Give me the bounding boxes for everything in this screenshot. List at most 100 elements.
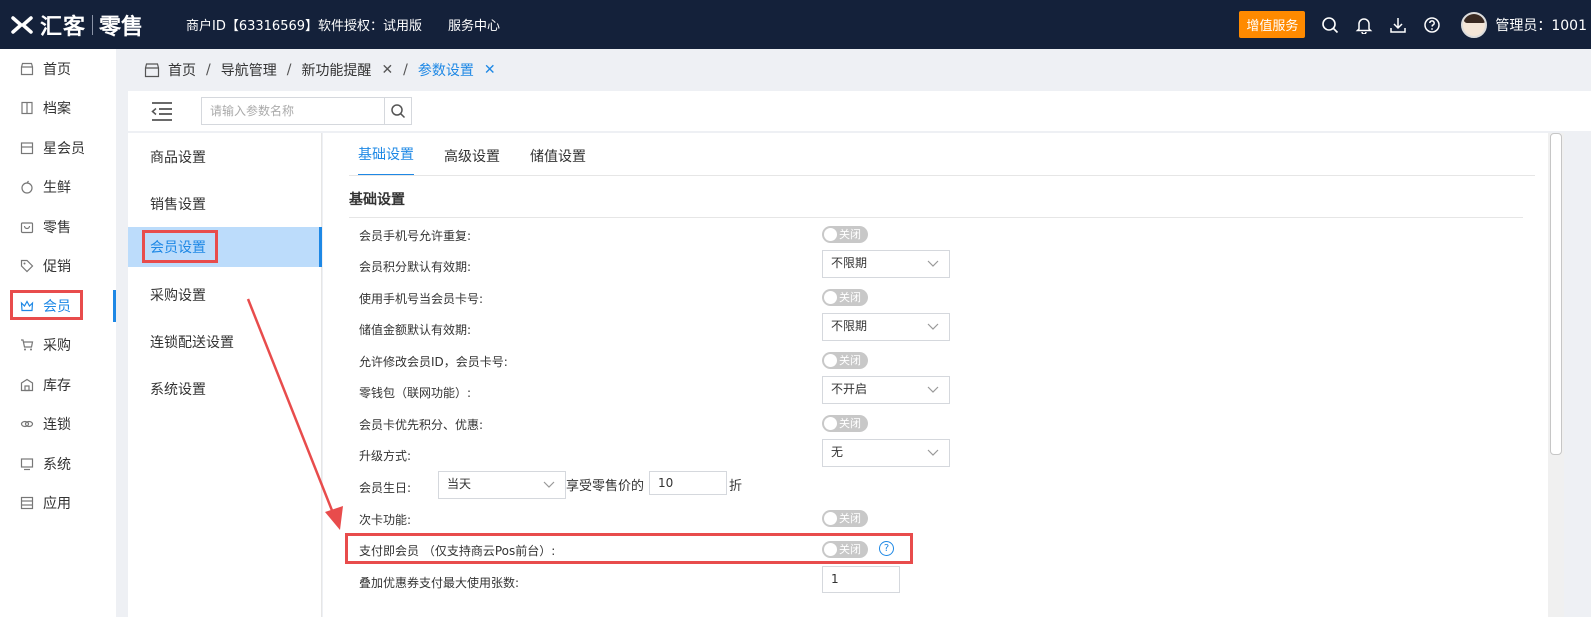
nav-item-member[interactable]: 会员 <box>0 286 116 326</box>
select-value: 不限期 <box>831 319 868 333</box>
nav-item-label: 生鲜 <box>43 180 71 197</box>
tab-advanced[interactable]: 高级设置 <box>444 133 500 176</box>
settings-item-chain-delivery[interactable]: 连锁配送设置 <box>128 322 321 362</box>
logo-icon <box>10 13 34 37</box>
nav-item-apps[interactable]: 应用 <box>0 484 116 524</box>
service-center-link[interactable]: 服务中心 <box>448 15 500 34</box>
breadcrumb: 首页 / 导航管理 / 新功能提醒 ✕ / 参数设置 ✕ <box>128 49 1591 91</box>
scrollbar[interactable] <box>1548 133 1564 617</box>
download-icon[interactable] <box>1381 0 1415 49</box>
nav-item-retail[interactable]: 零售 <box>0 207 116 247</box>
breadcrumb-item-new-feature[interactable]: / 新功能提醒 ✕ <box>277 60 393 80</box>
settings-panel: 基础设置 高级设置 储值设置 基础设置 会员手机号允许重复: 关闭 会员积分默认… <box>323 133 1548 617</box>
search-icon[interactable] <box>1313 0 1347 49</box>
select-value: 不限期 <box>831 256 868 270</box>
nav-item-inventory[interactable]: 库存 <box>0 365 116 405</box>
nav-item-label: 采购 <box>43 338 71 355</box>
birthday-discount-input[interactable]: 10 <box>649 471 727 495</box>
nav-item-label: 星会员 <box>43 140 85 157</box>
scrollbar-thumb[interactable] <box>1550 133 1562 455</box>
admin-label[interactable]: 管理员：1001 <box>1495 15 1587 35</box>
nav-item-label: 档案 <box>43 101 71 118</box>
settings-item-purchase[interactable]: 采购设置 <box>128 267 321 322</box>
toggle-times-card[interactable]: 关闭 <box>822 510 868 527</box>
chevron-down-icon <box>927 449 939 456</box>
highlight-box <box>142 230 218 263</box>
settings-item-sales[interactable]: 销售设置 <box>128 180 321 227</box>
setting-label: 会员卡优先积分、优惠: <box>359 418 484 432</box>
logo[interactable]: 汇客 零售 <box>0 9 180 41</box>
setting-label: 会员生日: <box>359 481 412 495</box>
breadcrumb-label: 导航管理 <box>220 63 277 79</box>
breadcrumb-item-nav-manage[interactable]: / 导航管理 <box>196 60 277 80</box>
tab-stored-value[interactable]: 储值设置 <box>530 133 586 176</box>
nav-item-archive[interactable]: 档案 <box>0 89 116 129</box>
chevron-down-icon <box>543 481 555 488</box>
nav-item-chain[interactable]: 连锁 <box>0 405 116 445</box>
nav-item-label: 应用 <box>43 496 71 513</box>
breadcrumb-home[interactable]: 首页 <box>144 60 196 80</box>
menu-collapse-icon[interactable] <box>150 101 174 121</box>
toggle-phone-as-card[interactable]: 关闭 <box>822 289 868 306</box>
merchant-info: 商户ID【63316569】软件授权：试用版 <box>186 19 423 34</box>
warehouse-icon <box>20 378 34 392</box>
close-icon[interactable]: ✕ <box>381 62 393 78</box>
archive-icon <box>20 101 34 115</box>
setting-label: 允许修改会员ID，会员卡号: <box>359 355 508 369</box>
nav-item-fresh[interactable]: 生鲜 <box>0 168 116 208</box>
toggle-phone-duplicate[interactable]: 关闭 <box>822 226 868 243</box>
nav-item-label: 连锁 <box>43 417 71 434</box>
points-validity-select[interactable]: 不限期 <box>822 250 950 278</box>
setting-label: 会员积分默认有效期: <box>359 260 472 274</box>
toggle-pay-as-member[interactable]: 关闭 <box>822 541 868 558</box>
cart-icon <box>20 338 34 352</box>
wallet-select[interactable]: 不开启 <box>822 376 950 404</box>
bag-icon <box>20 220 34 234</box>
help-icon[interactable] <box>1415 0 1449 49</box>
setting-label: 支付即会员 （仅支持商云Pos前台）: <box>359 544 556 558</box>
birthday-select[interactable]: 当天 <box>438 471 566 499</box>
setting-label: 使用手机号当会员卡号: <box>359 292 484 306</box>
search-input[interactable] <box>202 98 385 124</box>
monitor-icon <box>20 457 34 471</box>
upgrade-method-select[interactable]: 无 <box>822 439 950 467</box>
max-coupon-input[interactable]: 1 <box>822 566 900 593</box>
settings-item-product[interactable]: 商品设置 <box>128 133 321 180</box>
nav-item-purchase[interactable]: 采购 <box>0 326 116 366</box>
setting-label: 叠加优惠券支付最大使用张数: <box>359 576 520 590</box>
section-divider <box>349 217 1523 218</box>
nav-item-home[interactable]: 首页 <box>0 49 116 89</box>
nav-item-label: 促销 <box>43 259 71 276</box>
bell-icon[interactable] <box>1347 0 1381 49</box>
toggle-card-priority[interactable]: 关闭 <box>822 415 868 432</box>
birthday-suffix: 折 <box>729 479 743 494</box>
logo-divider <box>92 14 94 35</box>
breadcrumb-item-param-settings[interactable]: / 参数设置 ✕ <box>393 60 495 80</box>
nav-item-label: 系统 <box>43 456 71 473</box>
breadcrumb-separator: / <box>286 62 292 78</box>
nav-item-star-member[interactable]: 星会员 <box>0 128 116 168</box>
tab-basic[interactable]: 基础设置 <box>358 133 414 176</box>
settings-item-member[interactable]: 会员设置 <box>128 227 322 267</box>
setting-label: 次卡功能: <box>359 513 412 527</box>
nav-item-promotion[interactable]: 促销 <box>0 247 116 287</box>
help-icon[interactable]: ? <box>879 541 894 556</box>
settings-tabs: 基础设置 高级设置 储值设置 <box>358 133 616 176</box>
logo-subtitle: 零售 <box>99 14 144 40</box>
nav-item-system[interactable]: 系统 <box>0 444 116 484</box>
settings-item-system[interactable]: 系统设置 <box>128 362 321 416</box>
stored-value-validity-select[interactable]: 不限期 <box>822 313 950 341</box>
setting-label: 零钱包（联网功能）: <box>359 386 472 400</box>
avatar[interactable] <box>1461 11 1488 38</box>
search-icon[interactable] <box>385 98 411 124</box>
breadcrumb-label: 新功能提醒 <box>301 63 372 79</box>
app-icon <box>20 496 34 510</box>
close-icon[interactable]: ✕ <box>484 62 496 78</box>
toolbar <box>128 91 1591 131</box>
nav-item-label: 库存 <box>43 377 71 394</box>
top-bar: 汇客 零售 商户ID【63316569】软件授权：试用版 服务中心 增值服务 管… <box>0 0 1591 49</box>
breadcrumb-separator: / <box>206 62 211 78</box>
toggle-modify-member-id[interactable]: 关闭 <box>822 352 868 369</box>
birthday-middle-text: 享受零售价的 <box>566 479 645 494</box>
value-added-service-button[interactable]: 增值服务 <box>1239 11 1306 38</box>
